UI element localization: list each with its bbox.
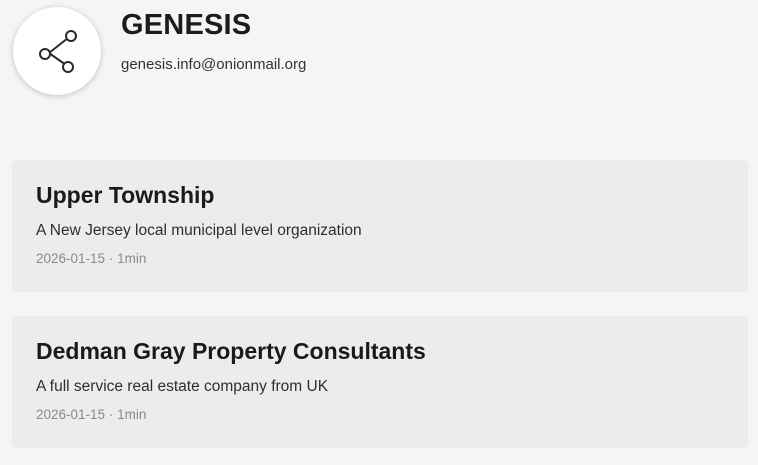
post-description: A full service real estate company from … [36,378,329,395]
post-date: 2026-01-15 [36,407,106,422]
avatar[interactable] [13,7,101,95]
post-read-time: 1min [117,407,147,422]
post-title[interactable]: Dedman Gray Property Consultants [36,338,426,365]
site-title: GENESIS [121,9,252,41]
meta-separator: · [108,251,114,266]
share-nodes-icon [39,30,77,73]
meta-separator: · [108,407,114,422]
post-card[interactable]: Dedman Gray Property Consultants A full … [12,316,748,448]
post-description: A New Jersey local municipal level organ… [36,222,362,239]
site-email[interactable]: genesis.info@onionmail.org [121,56,306,73]
post-title[interactable]: Upper Township [36,182,214,209]
post-card[interactable]: Upper Township A New Jersey local munici… [12,160,748,292]
post-read-time: 1min [117,251,147,266]
post-meta: 2026-01-15 · 1min [36,407,146,422]
post-meta: 2026-01-15 · 1min [36,251,146,266]
post-date: 2026-01-15 [36,251,106,266]
profile-header: GENESIS genesis.info@onionmail.org [13,7,713,97]
